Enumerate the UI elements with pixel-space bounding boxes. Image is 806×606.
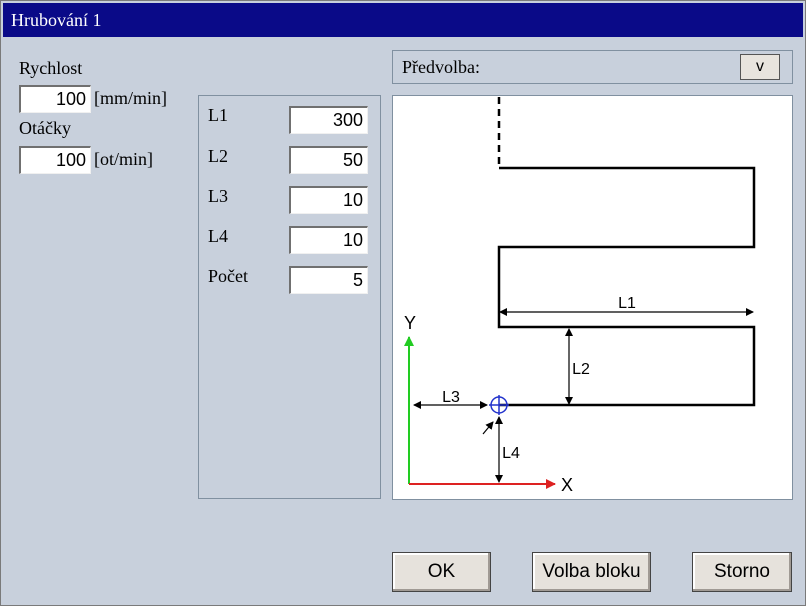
param-input-l1[interactable]: 300 xyxy=(289,106,368,134)
block-select-button[interactable]: Volba bloku xyxy=(532,552,651,592)
toolpath-line xyxy=(497,166,756,407)
dialog-window: Hrubování 1 Rychlost 100 [mm/min] Otáčky… xyxy=(0,0,806,606)
dimension-l2-label: L2 xyxy=(572,361,590,378)
title-bar: Hrubování 1 xyxy=(3,3,803,37)
param-label-l4: L4 xyxy=(208,226,228,246)
speed-unit: [mm/min] xyxy=(94,88,167,108)
ok-button[interactable]: OK xyxy=(392,552,491,592)
rpm-input[interactable]: 100 xyxy=(19,146,91,174)
param-input-count[interactable]: 5 xyxy=(289,266,368,294)
preset-label: Předvolba: xyxy=(402,57,480,77)
toolpath-diagram: L1 L2 L3 L4 Y X xyxy=(404,97,756,495)
param-input-l3[interactable]: 10 xyxy=(289,186,368,214)
param-input-l2[interactable]: 50 xyxy=(289,146,368,174)
dimension-l1-label: L1 xyxy=(618,295,636,312)
param-label-l1: L1 xyxy=(208,105,228,125)
param-input-l4[interactable]: 10 xyxy=(289,226,368,254)
param-label-l3: L3 xyxy=(208,186,228,206)
preset-dropdown-button[interactable]: v xyxy=(740,54,780,80)
speed-label: Rychlost xyxy=(19,58,83,78)
dimension-l3-label: L3 xyxy=(442,389,460,406)
cancel-button[interactable]: Storno xyxy=(692,552,792,592)
speed-input[interactable]: 100 xyxy=(19,85,91,113)
dimension-l4-label: L4 xyxy=(502,445,520,462)
y-axis-label: Y xyxy=(404,313,416,333)
rpm-label: Otáčky xyxy=(19,118,71,138)
approach-arrow-icon xyxy=(482,421,494,435)
param-label-count: Počet xyxy=(208,266,248,286)
toolpath-preview: L1 L2 L3 L4 Y X xyxy=(392,95,793,500)
x-axis-label: X xyxy=(561,475,573,495)
param-label-l2: L2 xyxy=(208,146,228,166)
rpm-unit: [ot/min] xyxy=(94,149,153,169)
window-title: Hrubování 1 xyxy=(11,10,102,30)
